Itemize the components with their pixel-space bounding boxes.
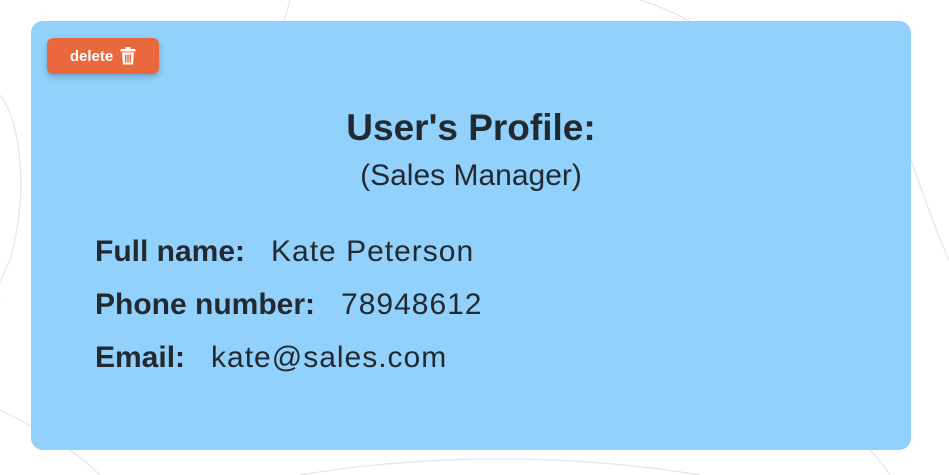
- email-row: Email: kate@sales.com: [95, 331, 483, 384]
- profile-role: (Sales Manager): [360, 159, 582, 192]
- user-profile-card: delete User's Profile: (Sales Manager) F…: [31, 21, 911, 450]
- full-name-value: Kate Peterson: [271, 234, 475, 268]
- profile-title: User's Profile:: [346, 107, 596, 148]
- trash-icon: [120, 47, 136, 65]
- full-name-row: Full name: Kate Peterson: [95, 225, 483, 278]
- email-value: kate@sales.com: [211, 340, 448, 374]
- phone-number-label: Phone number:: [95, 287, 316, 321]
- delete-button[interactable]: delete: [47, 38, 159, 74]
- profile-fields: Full name: Kate Peterson Phone number: 7…: [95, 225, 483, 384]
- full-name-label: Full name:: [95, 234, 246, 268]
- email-label: Email:: [95, 340, 186, 374]
- phone-number-value: 78948612: [341, 287, 483, 321]
- delete-button-label: delete: [69, 47, 114, 65]
- phone-number-row: Phone number: 78948612: [95, 278, 483, 331]
